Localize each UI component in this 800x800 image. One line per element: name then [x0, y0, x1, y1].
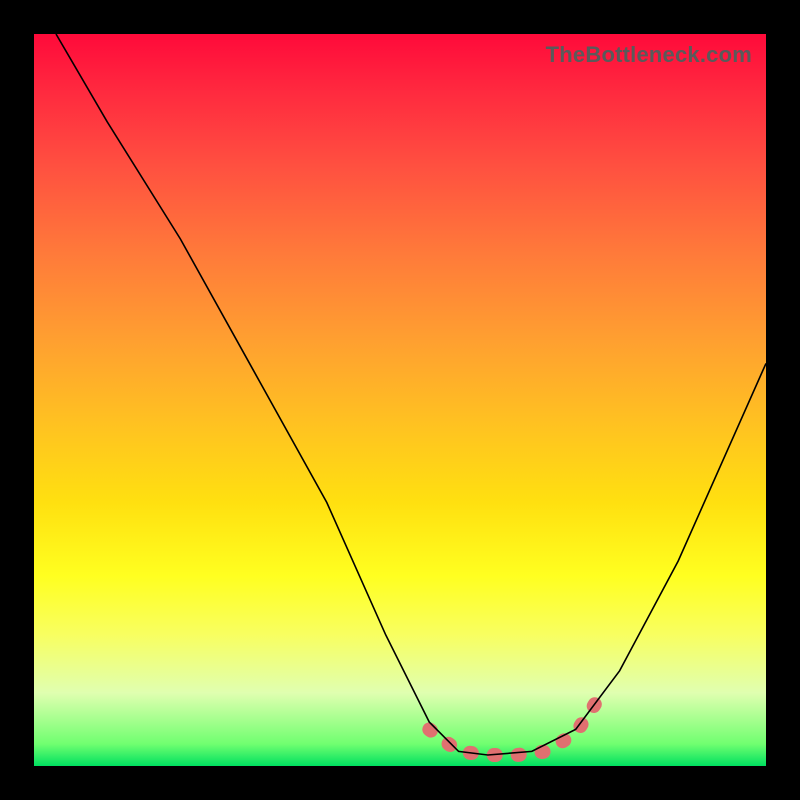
chart-svg — [34, 34, 766, 766]
bottleneck-curve — [56, 34, 766, 755]
chart-frame: TheBottleneck.com — [0, 0, 800, 800]
plot-area: TheBottleneck.com — [34, 34, 766, 766]
